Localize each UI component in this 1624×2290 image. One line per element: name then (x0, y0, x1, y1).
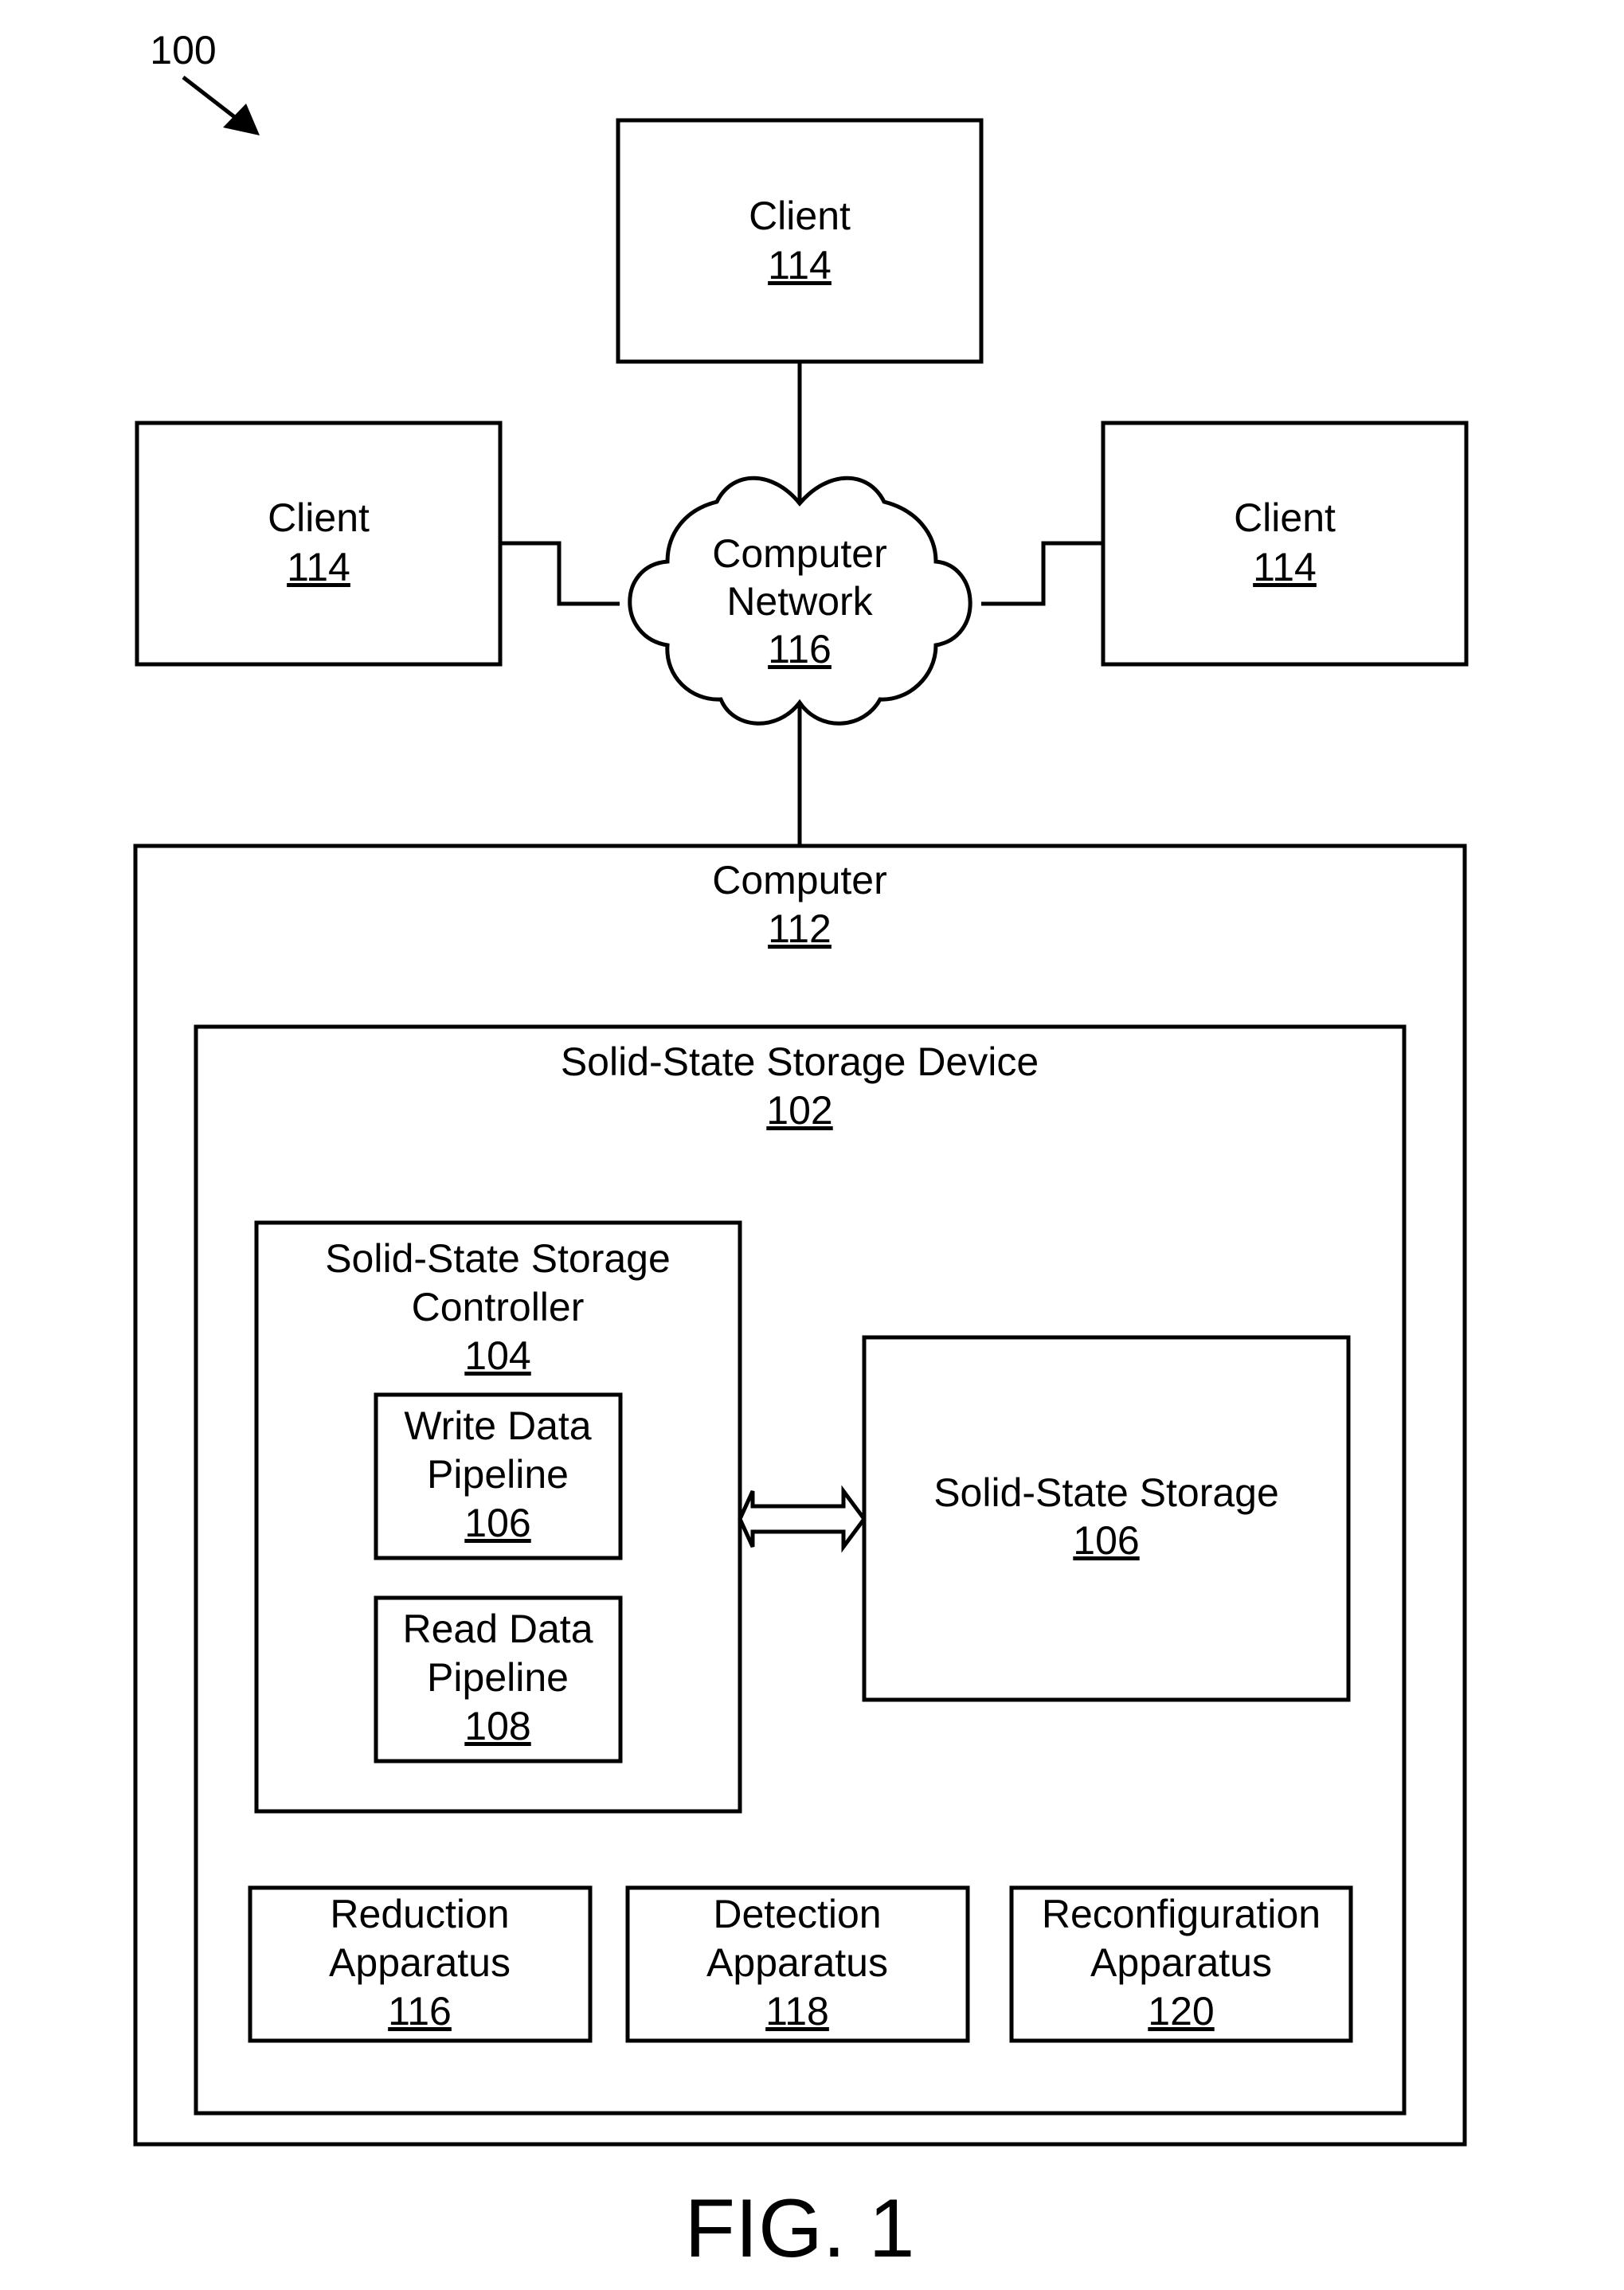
storage-number: 106 (1073, 1518, 1139, 1563)
apparatus-line1: Detection (713, 1892, 881, 1936)
read-pipeline-number: 108 (464, 1704, 530, 1748)
network-label-line2: Network (726, 579, 873, 624)
reduction-apparatus-box: Reduction Apparatus 116 (248, 1885, 593, 2043)
apparatus-number: 118 (765, 1989, 829, 2034)
apparatus-number: 120 (1148, 1989, 1214, 2034)
figure-caption: FIG. 1 (685, 2182, 915, 2275)
write-data-pipeline-box: Write Data Pipeline 106 (374, 1392, 623, 1560)
controller-label-line1: Solid-State Storage (325, 1236, 671, 1281)
apparatus-line1: Reduction (330, 1892, 509, 1936)
apparatus-line2: Apparatus (329, 1940, 511, 1985)
client-number: 114 (287, 545, 350, 589)
apparatus-number: 116 (388, 1989, 452, 2034)
read-pipeline-line2: Pipeline (427, 1655, 569, 1700)
connector-left (500, 541, 620, 606)
reference-arrow-icon (182, 76, 260, 135)
controller-number: 104 (464, 1333, 530, 1378)
apparatus-line2: Apparatus (1090, 1940, 1272, 1985)
write-pipeline-number: 106 (464, 1501, 530, 1545)
system-diagram: 100 Client 114 Client 114 Client 114 Com… (133, 28, 1469, 2275)
computer-label: Computer (712, 858, 887, 902)
read-data-pipeline-box: Read Data Pipeline 108 (374, 1595, 623, 1763)
read-pipeline-line1: Read Data (402, 1607, 593, 1651)
client-top: Client 114 (616, 118, 984, 364)
apparatus-line2: Apparatus (706, 1940, 888, 1985)
client-label: Client (268, 495, 370, 540)
write-pipeline-line1: Write Data (404, 1403, 591, 1448)
controller-label-line2: Controller (412, 1285, 585, 1329)
apparatus-line1: Reconfiguration (1042, 1892, 1321, 1936)
ssd-device-number: 102 (766, 1088, 832, 1133)
client-label: Client (749, 194, 851, 238)
write-pipeline-line2: Pipeline (427, 1452, 569, 1497)
client-right: Client 114 (1101, 421, 1469, 667)
reconfiguration-apparatus-box: Reconfiguration Apparatus 120 (1009, 1885, 1353, 2043)
solid-state-storage-box: Solid-State Storage 106 (862, 1335, 1351, 1702)
computer-network-cloud: Computer Network 116 (628, 476, 972, 726)
connector-right (981, 541, 1103, 606)
network-label-line1: Computer (712, 531, 887, 576)
network-number: 116 (768, 627, 832, 671)
client-number: 114 (1253, 545, 1317, 589)
computer-number: 112 (768, 906, 832, 951)
detection-apparatus-box: Detection Apparatus 118 (625, 1885, 970, 2043)
client-number: 114 (768, 243, 832, 288)
client-left: Client 114 (135, 421, 503, 667)
client-label: Client (1234, 495, 1336, 540)
reference-numeral: 100 (150, 28, 216, 72)
storage-label: Solid-State Storage (933, 1470, 1279, 1515)
ssd-device-label: Solid-State Storage Device (561, 1039, 1039, 1084)
